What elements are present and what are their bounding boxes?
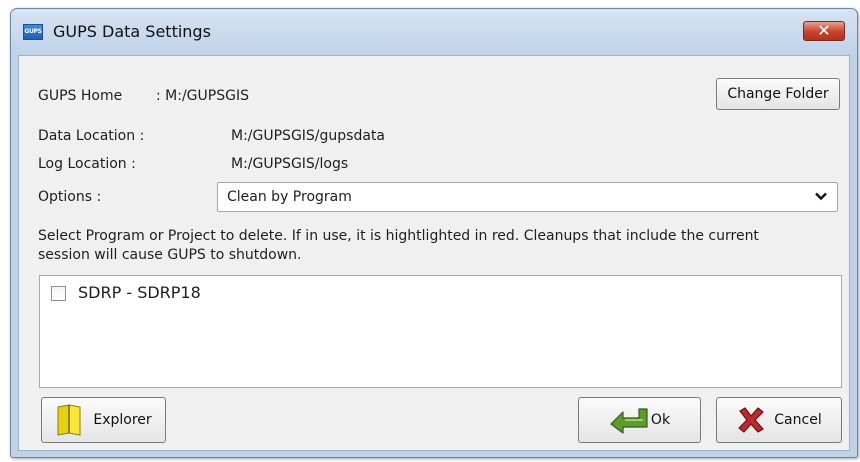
title-bar: GUPS GUPS Data Settings ✕ xyxy=(11,9,857,55)
app-icon: GUPS xyxy=(23,24,43,40)
folder-icon xyxy=(57,404,81,436)
chevron-down-icon xyxy=(815,192,827,201)
window-title: GUPS Data Settings xyxy=(53,22,211,41)
item-label: SDRP - SDRP18 xyxy=(78,283,201,302)
gups-home-label: GUPS Home xyxy=(38,88,123,104)
options-selected-value: Clean by Program xyxy=(227,189,352,205)
data-location-label: Data Location : xyxy=(38,128,145,144)
gups-home-value: : M:/GUPSGIS xyxy=(156,88,249,104)
change-folder-label: Change Folder xyxy=(727,86,829,102)
close-icon: ✕ xyxy=(817,21,831,40)
explorer-label: Explorer xyxy=(93,412,152,428)
arrow-back-icon xyxy=(610,408,648,434)
log-location-label: Log Location : xyxy=(38,156,136,172)
cancel-x-icon xyxy=(738,407,764,433)
instructions-line-2: session will cause GUPS to shutdown. xyxy=(38,247,302,263)
cancel-label: Cancel xyxy=(774,412,822,428)
explorer-button[interactable]: Explorer xyxy=(41,397,166,443)
dialog-body: GUPS Home : M:/GUPSGIS Change Folder Dat… xyxy=(18,55,850,451)
options-select[interactable]: Clean by Program xyxy=(217,182,838,212)
instructions-line-1: Select Program or Project to delete. If … xyxy=(38,228,759,244)
dialog-window: GUPS GUPS Data Settings ✕ GUPS Home : M:… xyxy=(10,8,858,458)
log-location-value: M:/GUPSGIS/logs xyxy=(231,156,349,172)
item-checkbox[interactable] xyxy=(51,286,66,301)
change-folder-button[interactable]: Change Folder xyxy=(716,78,840,110)
program-project-list[interactable]: SDRP - SDRP18 xyxy=(39,275,842,388)
options-label: Options : xyxy=(38,189,102,205)
close-button[interactable]: ✕ xyxy=(803,21,845,41)
ok-button[interactable]: Ok xyxy=(578,397,701,443)
data-location-value: M:/GUPSGIS/gupsdata xyxy=(231,128,385,144)
ok-label: Ok xyxy=(650,412,671,428)
cancel-button[interactable]: Cancel xyxy=(716,397,842,443)
